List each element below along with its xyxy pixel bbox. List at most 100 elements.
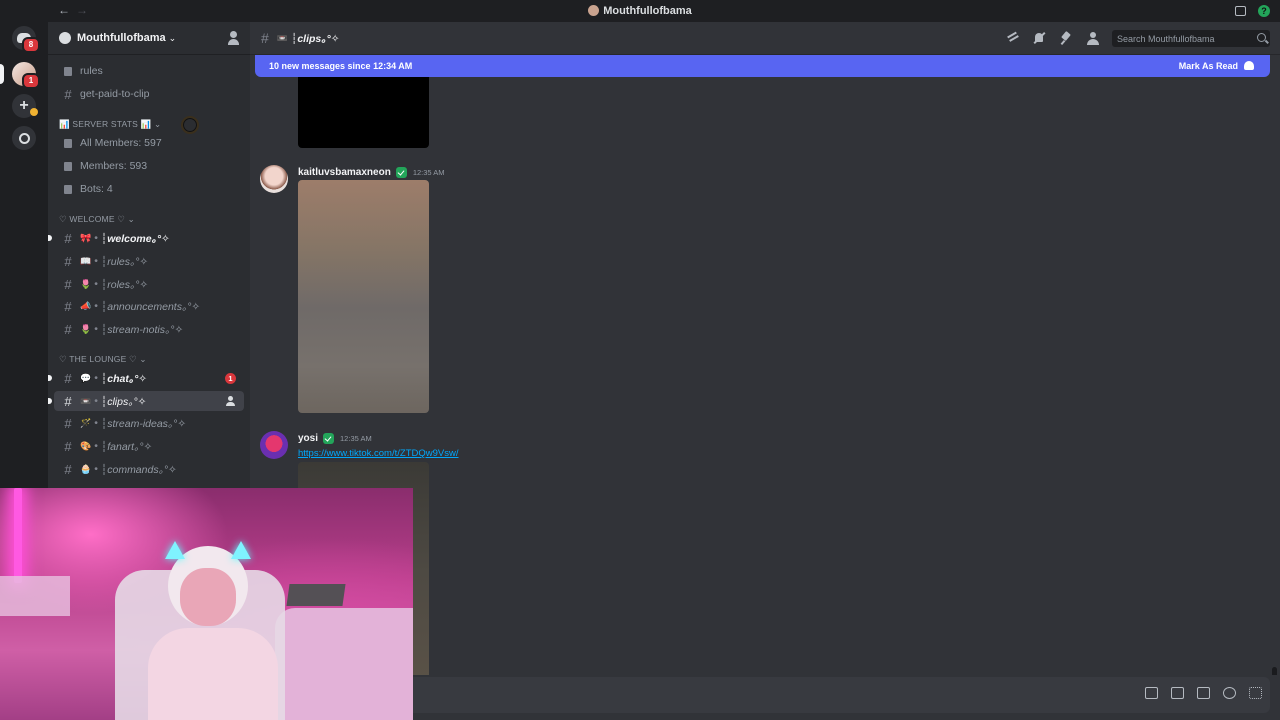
member-list-icon[interactable] xyxy=(1086,31,1100,45)
separator: • xyxy=(94,232,98,244)
mark-as-read-button[interactable]: Mark As Read xyxy=(1179,61,1254,71)
search-icon xyxy=(1257,33,1266,42)
emoji-icon[interactable] xyxy=(1223,687,1236,699)
discover-button[interactable] xyxy=(12,126,36,150)
unread-indicator xyxy=(48,375,52,381)
hash-icon: # xyxy=(64,86,72,102)
channel-members[interactable]: Members: 593 xyxy=(54,156,244,176)
channel-title: ┆clips｡°✧ xyxy=(291,32,340,45)
channel-label: ┆commands｡°✧ xyxy=(100,463,177,476)
channel-stream-notis[interactable]: # 🌷 • ┆stream-notis｡°✧ xyxy=(54,319,244,339)
channel-label: ┆chat｡°✧ xyxy=(100,372,148,385)
window-title: Mouthfullofbama xyxy=(0,5,1280,17)
threads-icon[interactable] xyxy=(1005,31,1019,45)
gift-icon[interactable] xyxy=(1145,687,1158,699)
chat-header: # 📼 ┆clips｡°✧ xyxy=(250,22,1280,55)
mark-as-read-label: Mark As Read xyxy=(1178,61,1238,71)
channel-label: rules xyxy=(80,65,103,77)
loading-spinner-icon xyxy=(181,116,199,134)
invite-people-icon[interactable] xyxy=(228,31,242,45)
channel-get-paid-to-clip[interactable]: # get-paid-to-clip xyxy=(54,84,244,104)
message-link[interactable]: https://www.tiktok.com/t/ZTDQw9Vsw/ xyxy=(298,448,458,459)
header-toolbar xyxy=(1005,31,1100,45)
led-light xyxy=(14,488,22,583)
dm-unread-badge: 8 xyxy=(22,37,40,53)
shelf xyxy=(0,576,70,616)
hash-icon: # xyxy=(64,253,72,269)
video-attachment[interactable] xyxy=(298,77,429,148)
server-header[interactable]: Mouthfullofbama ⌄ xyxy=(48,22,250,55)
hash-icon: # xyxy=(64,370,72,386)
tulip-icon: 🌷 xyxy=(80,278,92,289)
hash-icon: # xyxy=(64,230,72,246)
new-messages-text: 10 new messages since 12:34 AM xyxy=(269,61,413,71)
avatar[interactable] xyxy=(260,165,288,193)
search-input[interactable] xyxy=(1117,33,1255,44)
channel-rules[interactable]: rules xyxy=(54,61,244,81)
hash-icon: # xyxy=(64,298,72,314)
title-bar: ←→ Mouthfullofbama ? xyxy=(0,0,1280,22)
channel-label: ┆roles｡°✧ xyxy=(100,278,149,291)
channel-roles[interactable]: # 🌷 • ┆roles｡°✧ xyxy=(54,274,244,294)
new-messages-bar[interactable]: 10 new messages since 12:34 AM Mark As R… xyxy=(255,55,1270,77)
hash-icon: # xyxy=(261,30,269,46)
channel-clips[interactable]: # 📼 • ┆clips｡°✧ xyxy=(48,391,244,411)
gif-icon[interactable] xyxy=(1171,687,1184,699)
channel-announcements[interactable]: # 📣 • ┆announcements｡°✧ xyxy=(54,296,244,316)
channel-label: ┆fanart｡°✧ xyxy=(100,440,153,453)
hash-icon: # xyxy=(64,461,72,477)
pin-icon[interactable] xyxy=(1059,31,1073,45)
channel-stream-ideas[interactable]: # 🪄 • ┆stream-ideas｡°✧ xyxy=(54,413,244,433)
channel-welcome[interactable]: # 🎀 • ┆welcome｡°✧ xyxy=(48,228,244,248)
composer-toolbar xyxy=(1145,687,1262,699)
category-server-stats[interactable]: 📊 SERVER STATS 📊 ⌄ xyxy=(59,119,161,130)
channel-all-members[interactable]: All Members: 597 xyxy=(54,133,244,153)
verified-icon xyxy=(323,433,335,444)
server-badge-icon xyxy=(59,32,71,44)
separator: • xyxy=(94,300,98,312)
cupcake-icon: 🧁 xyxy=(80,463,92,474)
inbox-icon[interactable] xyxy=(1235,6,1246,16)
direct-messages-button[interactable]: 8 xyxy=(12,26,40,53)
server-avatar-icon xyxy=(588,5,600,16)
hash-icon: # xyxy=(64,438,72,454)
unread-indicator xyxy=(48,235,52,241)
channel-rules-2[interactable]: # 📖 • ┆rules｡°✧ xyxy=(54,251,244,271)
image-attachment[interactable] xyxy=(298,180,429,413)
window-title-text: Mouthfullofbama xyxy=(603,5,692,17)
message-author[interactable]: kaitluvsbamaxneon xyxy=(298,167,391,178)
channel-commands[interactable]: # 🧁 • ┆commands｡°✧ xyxy=(54,459,244,479)
channel-label: ┆clips｡°✧ xyxy=(100,395,147,408)
megaphone-icon: 📣 xyxy=(80,300,92,311)
channel-chat[interactable]: # 💬 • ┆chat｡°✧ 1 xyxy=(48,368,244,388)
speech-bubble-icon: 💬 xyxy=(80,372,92,383)
channel-label: All Members: 597 xyxy=(80,137,162,149)
create-invite-icon[interactable] xyxy=(226,396,236,406)
mention-badge: 1 xyxy=(225,373,236,384)
laptop xyxy=(286,584,346,606)
search-box[interactable] xyxy=(1112,30,1270,47)
category-welcome[interactable]: ♡ WELCOME ♡ ⌄ xyxy=(59,214,135,225)
hash-icon: # xyxy=(64,321,72,337)
help-icon[interactable]: ? xyxy=(1258,5,1270,17)
channel-label: ┆welcome｡°✧ xyxy=(100,232,170,245)
compass-icon xyxy=(18,132,30,144)
avatar[interactable] xyxy=(260,431,288,459)
lock-icon xyxy=(60,161,76,171)
verified-icon xyxy=(395,167,407,178)
notification-settings-icon[interactable] xyxy=(1032,31,1046,45)
message-header: kaitluvsbamaxneon 12:35 AM xyxy=(298,167,445,178)
apps-icon[interactable] xyxy=(1249,687,1262,699)
category-the-lounge[interactable]: ♡ THE LOUNGE ♡ ⌄ xyxy=(59,354,147,365)
palette-icon: 🎨 xyxy=(80,440,92,451)
channel-fanart[interactable]: # 🎨 • ┆fanart｡°✧ xyxy=(54,436,244,456)
message-author[interactable]: yosi xyxy=(298,433,318,444)
channel-label: Bots: 4 xyxy=(80,183,113,195)
channel-bots[interactable]: Bots: 4 xyxy=(54,179,244,199)
server-icon-mouthfullofbama[interactable]: 1 xyxy=(12,62,40,89)
ribbon-icon: 🎀 xyxy=(80,232,92,243)
bed xyxy=(275,608,413,720)
scrollbar-thumb[interactable] xyxy=(1272,667,1277,675)
sticker-icon[interactable] xyxy=(1197,687,1210,699)
separator: • xyxy=(94,323,98,335)
